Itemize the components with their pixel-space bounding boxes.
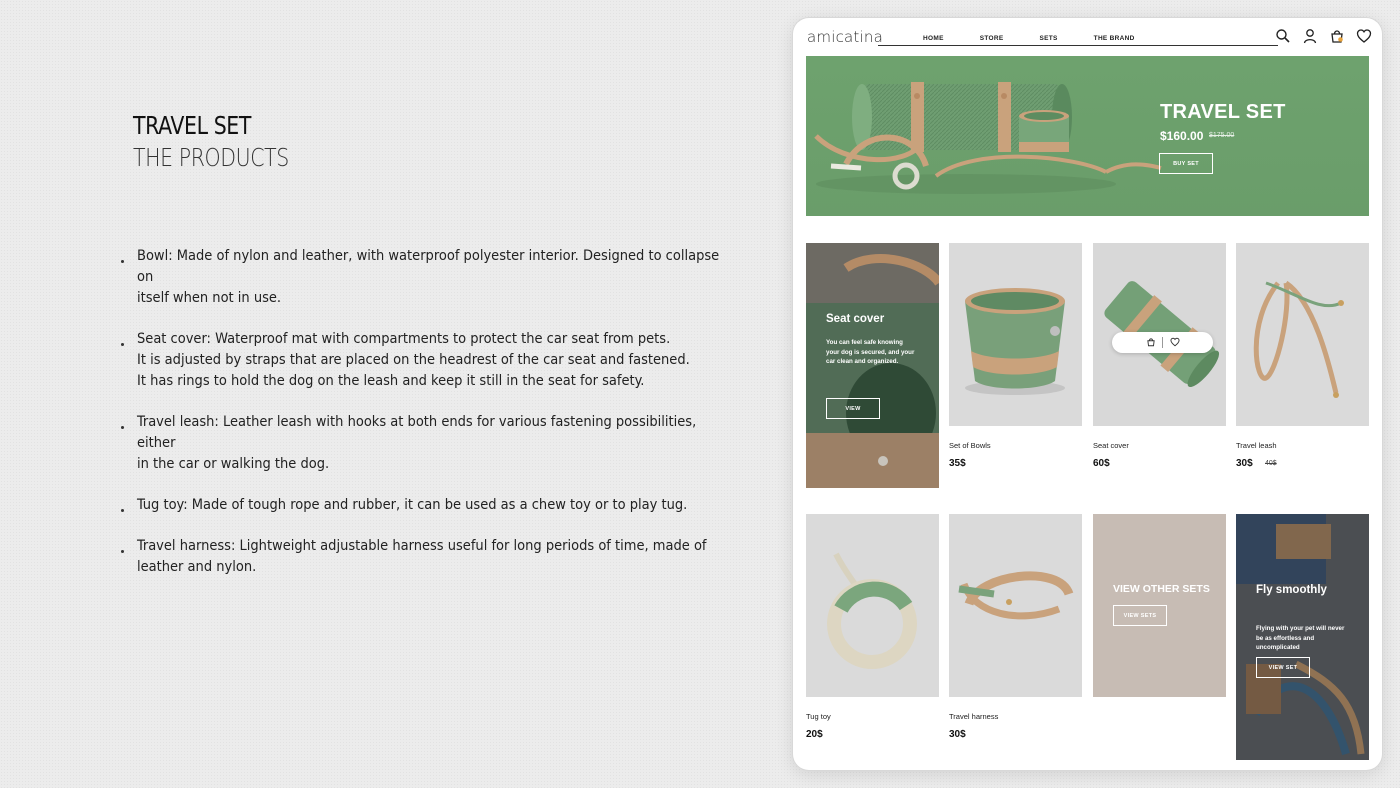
add-to-wishlist-icon[interactable] bbox=[1170, 337, 1180, 347]
site-header: amicatina HOME STORE SETS THE BRAND bbox=[793, 18, 1382, 54]
product-old-price: 40$ bbox=[1265, 460, 1277, 467]
hero-title: TRAVEL SET bbox=[1160, 101, 1286, 123]
seat-cover-promo-title: Seat cover bbox=[826, 313, 885, 325]
product-image bbox=[949, 514, 1082, 697]
view-other-sets-promo[interactable]: VIEW OTHER SETS VIEW SETS bbox=[1093, 514, 1226, 697]
heart-icon[interactable] bbox=[1356, 28, 1372, 44]
fly-smoothly-promo[interactable]: Fly smoothly Flying with your pet will n… bbox=[1236, 514, 1369, 760]
bowl-image bbox=[949, 243, 1082, 426]
cart-icon[interactable] bbox=[1329, 28, 1345, 44]
description-bowl: Bowl: Made of nylon and leather, with wa… bbox=[120, 246, 720, 309]
nav-home[interactable]: HOME bbox=[923, 35, 944, 42]
buy-set-button[interactable]: BUY SET bbox=[1159, 153, 1213, 174]
seat-cover-promo-text: You can feel safe knowing your dog is se… bbox=[826, 339, 915, 365]
description-travel-harness: Travel harness: Lightweight adjustable h… bbox=[120, 536, 720, 578]
nav-sets[interactable]: SETS bbox=[1039, 35, 1057, 42]
slide-heading: TRAVEL SET THE PRODUCTS bbox=[133, 110, 323, 174]
user-icon[interactable] bbox=[1302, 28, 1318, 44]
fly-smoothly-title: Fly smoothly bbox=[1256, 584, 1327, 596]
product-image bbox=[806, 514, 939, 697]
add-to-cart-icon[interactable] bbox=[1146, 337, 1156, 347]
view-sets-button[interactable]: VIEW SETS bbox=[1113, 605, 1167, 626]
site-logo[interactable]: amicatina bbox=[807, 28, 883, 46]
product-description-list: Bowl: Made of nylon and leather, with wa… bbox=[120, 246, 720, 598]
product-image bbox=[1093, 243, 1226, 426]
slide-subtitle: THE PRODUCTS bbox=[133, 143, 289, 172]
quick-actions-pill bbox=[1112, 332, 1213, 353]
hero-old-price: $175.00 bbox=[1209, 132, 1235, 139]
description-travel-leash: Travel leash: Leather leash with hooks a… bbox=[120, 412, 720, 475]
tug-toy-image bbox=[806, 514, 939, 697]
fly-smoothly-text: Flying with your pet will never be as ef… bbox=[1256, 625, 1345, 651]
description-tug-toy: Tug toy: Made of tough rope and rubber, … bbox=[120, 495, 720, 516]
tablet-mockup: amicatina HOME STORE SETS THE BRAND TRAV… bbox=[793, 18, 1382, 770]
product-price: 60$ bbox=[1093, 458, 1110, 469]
travel-set-hero-image bbox=[814, 82, 1162, 194]
product-price: 30$ bbox=[949, 729, 966, 740]
product-name: Tug toy bbox=[806, 712, 831, 721]
view-other-sets-title: VIEW OTHER SETS bbox=[1113, 583, 1210, 595]
product-price: 20$ bbox=[806, 729, 823, 740]
product-name: Travel harness bbox=[949, 712, 999, 721]
travel-harness-image bbox=[949, 514, 1082, 697]
view-set-button[interactable]: VIEW SET bbox=[1256, 657, 1310, 678]
seat-cover-view-button[interactable]: VIEW bbox=[826, 398, 880, 419]
nav-divider bbox=[878, 45, 1278, 46]
main-nav: HOME STORE SETS THE BRAND bbox=[923, 35, 1171, 42]
nav-the-brand[interactable]: THE BRAND bbox=[1094, 35, 1135, 42]
nav-store[interactable]: STORE bbox=[980, 35, 1004, 42]
product-image bbox=[949, 243, 1082, 426]
product-price: 30$ bbox=[1236, 458, 1253, 469]
header-icons bbox=[1275, 28, 1372, 44]
pill-separator bbox=[1162, 337, 1163, 348]
product-card-travel-harness[interactable]: Travel harness 30$ bbox=[949, 514, 1082, 754]
hero-banner: TRAVEL SET $160.00 $175.00 BUY SET bbox=[806, 56, 1369, 216]
seat-cover-promo[interactable]: Seat cover You can feel safe knowing you… bbox=[806, 243, 939, 488]
product-name: Travel leash bbox=[1236, 441, 1277, 450]
travel-leash-image bbox=[1236, 243, 1369, 426]
product-card-bowls[interactable]: Set of Bowls 35$ bbox=[949, 243, 1082, 483]
product-image bbox=[1236, 243, 1369, 426]
product-name: Set of Bowls bbox=[949, 441, 991, 450]
product-name: Seat cover bbox=[1093, 441, 1129, 450]
slide-title: TRAVEL SET bbox=[133, 111, 251, 140]
product-card-tug-toy[interactable]: Tug toy 20$ bbox=[806, 514, 939, 754]
product-card-travel-leash[interactable]: Travel leash 30$ 40$ bbox=[1236, 243, 1369, 483]
hero-price: $160.00 bbox=[1160, 129, 1204, 143]
search-icon[interactable] bbox=[1275, 28, 1291, 44]
description-seat-cover: Seat cover: Waterproof mat with compartm… bbox=[120, 329, 720, 392]
product-card-seat-cover[interactable]: Seat cover 60$ bbox=[1093, 243, 1226, 483]
product-price: 35$ bbox=[949, 458, 966, 469]
